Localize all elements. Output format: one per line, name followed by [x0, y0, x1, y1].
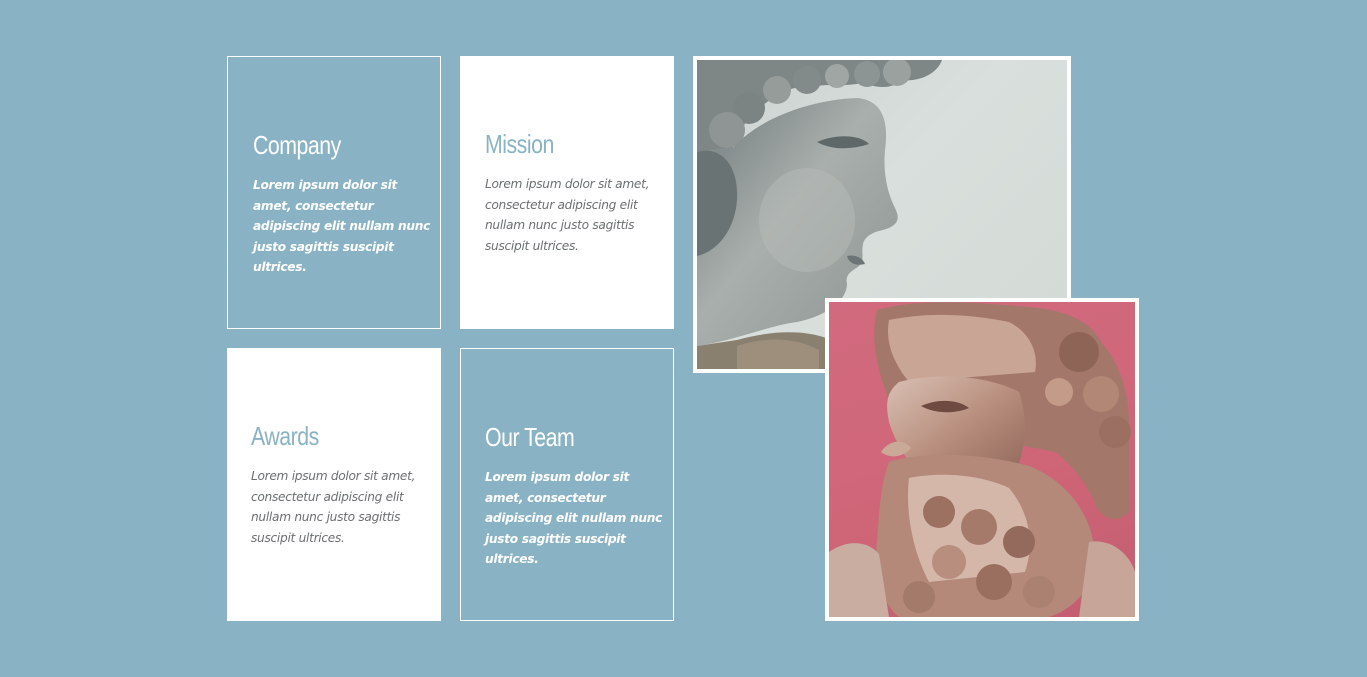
card-title: Mission	[485, 129, 554, 159]
card-text: Lorem ipsum dolor sit amet, consectetur …	[485, 470, 663, 566]
about-section: Company Lorem ipsum dolor sit amet, cons…	[0, 0, 1367, 677]
card-text: Lorem ipsum dolor sit amet, consectetur …	[485, 177, 650, 253]
statue-image	[829, 302, 1135, 617]
card-title: Our Team	[485, 422, 575, 452]
card-mission: Mission Lorem ipsum dolor sit amet, cons…	[460, 56, 674, 329]
card-company: Company Lorem ipsum dolor sit amet, cons…	[227, 56, 441, 329]
statue-photo-bearded-profile	[825, 298, 1139, 621]
card-title: Company	[253, 130, 341, 160]
card-text: Lorem ipsum dolor sit amet, consectetur …	[253, 178, 431, 274]
card-our-team: Our Team Lorem ipsum dolor sit amet, con…	[460, 348, 674, 621]
card-awards: Awards Lorem ipsum dolor sit amet, conse…	[227, 348, 441, 621]
card-title: Awards	[251, 421, 319, 451]
card-text: Lorem ipsum dolor sit amet, consectetur …	[251, 469, 416, 545]
